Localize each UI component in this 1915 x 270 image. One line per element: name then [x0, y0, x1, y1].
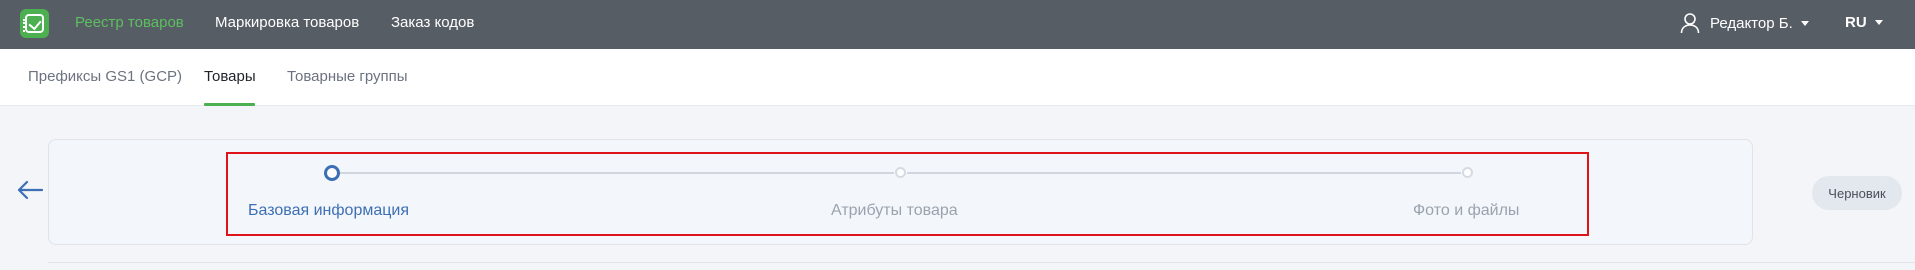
nav-item-product-marking[interactable]: Маркировка товаров	[215, 14, 359, 31]
tab-gs1-prefixes[interactable]: Префиксы GS1 (GCP)	[28, 68, 182, 85]
caret-down-icon	[1800, 20, 1809, 26]
user-icon	[1680, 13, 1700, 34]
highlight-box	[226, 152, 1589, 236]
status-badge: Черновик	[1812, 176, 1902, 210]
tab-product-groups[interactable]: Товарные группы	[287, 68, 408, 85]
checkmark-icon	[28, 16, 42, 31]
divider	[48, 262, 1915, 263]
tab-products[interactable]: Товары	[204, 68, 256, 85]
user-name: Редактор Б.	[1710, 14, 1793, 32]
active-tab-indicator	[204, 103, 255, 106]
nav-item-code-order[interactable]: Заказ кодов	[391, 14, 474, 31]
caret-down-icon	[1874, 20, 1883, 25]
logo-binding	[23, 19, 27, 32]
sub-navigation: Префиксы GS1 (GCP) Товары Товарные групп…	[0, 49, 1915, 106]
user-menu[interactable]: Редактор Б.	[1680, 11, 1809, 35]
language-selector[interactable]: RU	[1845, 14, 1883, 31]
logo-frame	[23, 14, 44, 33]
language-label: RU	[1845, 14, 1867, 31]
nav-item-product-registry[interactable]: Реестр товаров	[75, 14, 184, 31]
arrow-left-icon[interactable]	[16, 178, 44, 202]
app-logo-icon[interactable]	[20, 9, 49, 38]
top-navbar: Реестр товаров Маркировка товаров Заказ …	[0, 0, 1915, 49]
